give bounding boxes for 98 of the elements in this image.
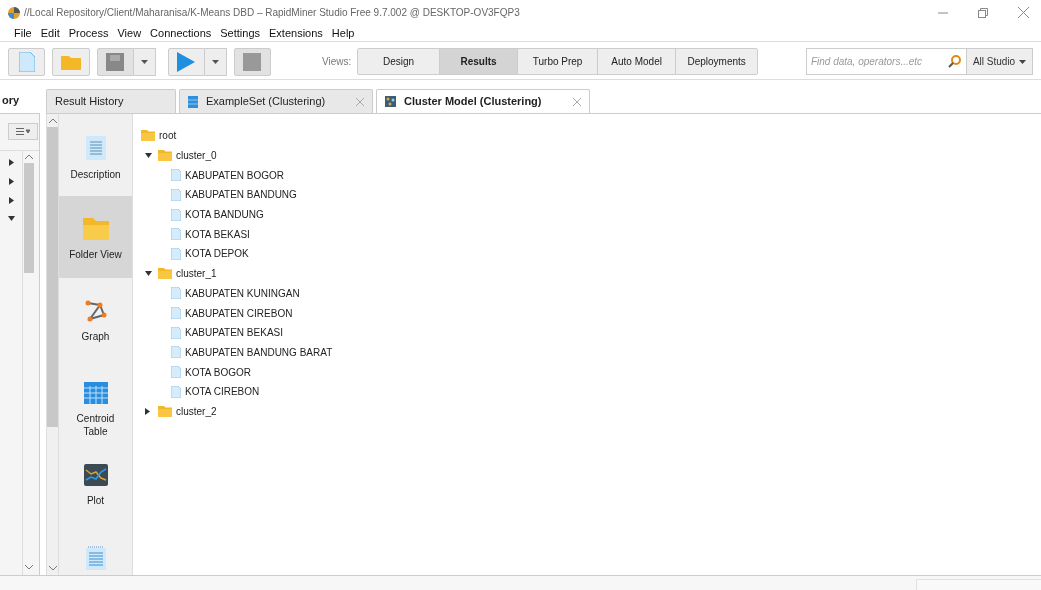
folder-name[interactable]: root xyxy=(159,128,177,144)
menu-item[interactable]: Process xyxy=(68,24,109,42)
collapsed-arrow-icon[interactable] xyxy=(145,407,150,415)
file-icon xyxy=(171,326,181,339)
notepad-icon xyxy=(85,546,106,570)
view-option[interactable]: Plot xyxy=(59,442,132,524)
scroll-down-icon[interactable] xyxy=(48,564,57,572)
item-name[interactable]: KABUPATEN CIREBON xyxy=(185,305,293,321)
file-icon xyxy=(171,169,181,182)
file-icon xyxy=(171,287,181,300)
scope-dropdown[interactable]: All Studio xyxy=(967,48,1033,75)
dropdown-button[interactable] xyxy=(205,47,227,76)
views-label: Views: xyxy=(321,55,352,69)
file-icon xyxy=(171,228,181,241)
window-title: //Local Repository/Client/Maharanisa/K-Means DBD – RapidMiner Studio Free 9.7.002 @ DESKTOP-OV3FQP3 xyxy=(24,6,520,20)
restore-icon[interactable] xyxy=(978,7,988,18)
table-icon xyxy=(188,95,198,108)
app-logo-icon xyxy=(8,6,20,19)
caret-icon xyxy=(140,59,148,64)
close-icon[interactable] xyxy=(356,97,364,106)
close-icon[interactable] xyxy=(573,97,581,106)
play-icon xyxy=(177,51,196,72)
item-name[interactable]: KABUPATEN BANDUNG BARAT xyxy=(185,344,333,360)
menu-item[interactable]: Help xyxy=(331,24,355,42)
file-icon xyxy=(171,208,181,221)
expanded-arrow-icon[interactable] xyxy=(7,216,15,221)
scroll-up-icon[interactable] xyxy=(24,153,33,161)
menu-icon xyxy=(16,128,30,135)
scroll-down-icon[interactable] xyxy=(24,563,33,571)
collapsed-arrow-icon[interactable] xyxy=(8,178,14,185)
table-icon xyxy=(83,382,108,404)
scrollbar-thumb[interactable] xyxy=(47,127,58,427)
close-icon[interactable] xyxy=(1018,7,1029,18)
panel-tab[interactable]: ory xyxy=(0,92,20,109)
expanded-arrow-icon[interactable] xyxy=(145,271,152,277)
folder-name[interactable]: cluster_2 xyxy=(176,403,217,419)
menu-item[interactable]: File xyxy=(14,24,32,42)
folder-name[interactable]: cluster_0 xyxy=(176,148,217,164)
file-icon xyxy=(171,366,181,379)
item-name[interactable]: KOTA BEKASI xyxy=(185,226,250,242)
result-tab[interactable]: Result History xyxy=(46,89,176,113)
file-icon xyxy=(171,385,181,398)
run-button[interactable] xyxy=(167,47,205,76)
menu-item[interactable]: View xyxy=(117,24,142,42)
caret-icon xyxy=(211,59,219,64)
file-icon xyxy=(171,307,181,320)
folder-icon xyxy=(61,53,81,70)
item-name[interactable]: KABUPATEN BOGOR xyxy=(185,167,285,183)
view-tab[interactable]: Auto Model xyxy=(596,49,676,74)
folder-icon xyxy=(158,405,172,417)
expanded-arrow-icon[interactable] xyxy=(145,153,152,159)
graph-icon xyxy=(84,300,107,322)
menu-item[interactable]: Edit xyxy=(40,24,60,42)
view-option[interactable]: Centroid Table xyxy=(59,360,132,442)
scroll-up-icon[interactable] xyxy=(48,117,57,125)
view-tab[interactable]: Results xyxy=(438,49,518,74)
result-tab[interactable]: Cluster Model (Clustering) xyxy=(376,89,590,113)
view-option[interactable]: Folder View xyxy=(59,196,132,278)
stop-icon xyxy=(243,52,262,71)
item-name[interactable]: KABUPATEN KUNINGAN xyxy=(185,285,300,301)
caret-icon xyxy=(1019,59,1027,64)
item-name[interactable]: KOTA DEPOK xyxy=(185,246,249,262)
item-name[interactable]: KABUPATEN BEKASI xyxy=(185,325,283,341)
item-name[interactable]: KOTA BOGOR xyxy=(185,364,251,380)
folder-icon xyxy=(141,130,155,142)
menu-item[interactable]: Connections xyxy=(150,24,212,42)
stop-button[interactable] xyxy=(233,47,271,76)
line-chart-icon xyxy=(83,464,108,486)
item-name[interactable]: KOTA BANDUNG xyxy=(185,207,264,223)
search-icon xyxy=(948,55,962,68)
scrollbar-thumb[interactable] xyxy=(23,163,34,273)
menu-item[interactable]: Settings xyxy=(220,24,260,42)
dropdown-button[interactable] xyxy=(134,47,156,76)
result-tab[interactable]: ExampleSet (Clustering) xyxy=(179,89,373,113)
document-icon xyxy=(18,51,35,72)
document-icon xyxy=(85,136,106,160)
collapsed-arrow-icon[interactable] xyxy=(8,197,14,204)
folder-name[interactable]: cluster_1 xyxy=(176,266,217,282)
view-tab[interactable]: Deployments xyxy=(675,49,757,74)
save-button[interactable] xyxy=(96,47,135,76)
folder-icon xyxy=(82,218,109,240)
collapsed-arrow-icon[interactable] xyxy=(8,159,14,166)
view-menu-button[interactable] xyxy=(8,123,38,140)
file-icon xyxy=(171,346,181,359)
view-tab[interactable]: Turbo Prep xyxy=(517,49,597,74)
item-name[interactable]: KABUPATEN BANDUNG xyxy=(185,187,297,203)
file-icon xyxy=(171,247,181,260)
folder-icon xyxy=(158,150,172,162)
search-field[interactable]: Find data, operators...etc xyxy=(805,48,968,75)
menu-item[interactable]: Extensions xyxy=(269,24,323,42)
view-tab[interactable]: Design xyxy=(358,49,439,74)
cluster-icon xyxy=(385,96,396,107)
file-icon xyxy=(171,188,181,201)
search-input[interactable]: Find data, operators...etc xyxy=(810,54,949,69)
view-option[interactable]: Graph xyxy=(59,278,132,360)
view-option[interactable]: Description xyxy=(59,114,132,196)
folder-icon xyxy=(158,268,172,280)
item-name[interactable]: KOTA CIREBON xyxy=(185,384,260,400)
